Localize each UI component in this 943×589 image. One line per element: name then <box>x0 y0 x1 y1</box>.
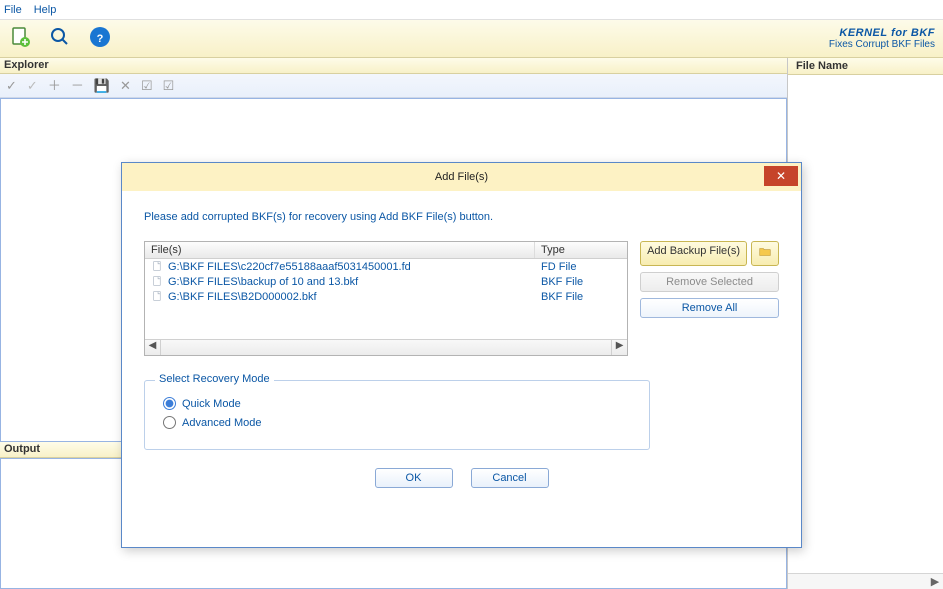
recovery-mode-legend: Select Recovery Mode <box>155 373 274 385</box>
menu-help[interactable]: Help <box>34 4 57 16</box>
table-row[interactable]: G:\BKF FILES\B2D000002.bkf BKF File <box>145 289 627 304</box>
files-hscroll[interactable]: ◀ ▶ <box>145 339 627 355</box>
advanced-mode-label: Advanced Mode <box>182 417 262 429</box>
checkbox-icon[interactable]: ☑ <box>141 79 153 92</box>
file-path: G:\BKF FILES\c220cf7e55188aaaf5031450001… <box>168 261 411 273</box>
files-table: File(s) Type G:\BKF FILES\c220cf7e55188a… <box>144 241 628 356</box>
file-list-hscroll[interactable]: ▶ <box>788 573 943 589</box>
menu-file[interactable]: File <box>4 4 22 16</box>
delete-icon[interactable]: ✕ <box>120 79 131 92</box>
add-files-dialog: Add File(s) ✕ Please add corrupted BKF(s… <box>121 162 802 548</box>
table-row[interactable]: G:\BKF FILES\backup of 10 and 13.bkf BKF … <box>145 274 627 289</box>
brand-tagline: Fixes Corrupt BKF Files <box>829 39 935 50</box>
minus-icon[interactable]: － <box>71 79 84 92</box>
advanced-mode-radio[interactable]: Advanced Mode <box>163 416 631 429</box>
dialog-title: Add File(s) <box>435 171 488 183</box>
quick-mode-label: Quick Mode <box>182 398 241 410</box>
file-name-column-header[interactable]: File Name <box>792 59 939 73</box>
advanced-mode-input[interactable] <box>163 416 176 429</box>
quick-mode-input[interactable] <box>163 397 176 410</box>
files-col-type[interactable]: Type <box>535 242 627 258</box>
file-type: BKF File <box>541 291 621 303</box>
dialog-instruction: Please add corrupted BKF(s) for recovery… <box>144 211 779 223</box>
file-path: G:\BKF FILES\backup of 10 and 13.bkf <box>168 276 358 288</box>
add-backup-files-button[interactable]: Add Backup File(s) <box>640 241 747 266</box>
explorer-toolbar: ✓ ✓ ＋ － 💾 ✕ ☑ ☑ <box>0 74 787 98</box>
remove-all-button[interactable]: Remove All <box>640 298 779 318</box>
dialog-title-bar: Add File(s) ✕ <box>122 163 801 191</box>
scroll-left-icon[interactable]: ◀ <box>145 340 161 355</box>
cancel-button[interactable]: Cancel <box>471 468 549 488</box>
explorer-header: Explorer <box>0 58 787 74</box>
recovery-mode-group: Select Recovery Mode Quick Mode Advanced… <box>144 380 650 450</box>
search-icon[interactable] <box>48 25 72 52</box>
file-list[interactable] <box>788 75 943 573</box>
scroll-right-icon[interactable]: ▶ <box>611 340 627 355</box>
file-type: BKF File <box>541 276 621 288</box>
browse-folder-icon[interactable] <box>751 241 779 266</box>
file-path: G:\BKF FILES\B2D000002.bkf <box>168 291 317 303</box>
remove-selected-button[interactable]: Remove Selected <box>640 272 779 292</box>
table-row[interactable]: G:\BKF FILES\c220cf7e55188aaaf5031450001… <box>145 259 627 274</box>
svg-text:?: ? <box>97 33 104 45</box>
brand-suffix: for BKF <box>888 27 935 39</box>
check-icon[interactable]: ✓ <box>27 79 38 92</box>
ok-button[interactable]: OK <box>375 468 453 488</box>
add-file-icon[interactable] <box>8 25 32 52</box>
brand-name: KERNEL <box>839 27 887 39</box>
menu-bar: File Help <box>0 0 943 20</box>
plus-icon[interactable]: ＋ <box>48 79 61 92</box>
help-icon[interactable]: ? <box>88 25 112 52</box>
check-all-icon[interactable]: ✓ <box>6 79 17 92</box>
file-type: FD File <box>541 261 621 273</box>
files-col-file[interactable]: File(s) <box>145 242 535 258</box>
checkbox2-icon[interactable]: ☑ <box>163 79 175 92</box>
brand: KERNEL for BKF Fixes Corrupt BKF Files <box>829 27 935 50</box>
close-icon[interactable]: ✕ <box>764 166 798 186</box>
save-icon[interactable]: 💾 <box>94 79 110 92</box>
toolbar: ? KERNEL for BKF Fixes Corrupt BKF Files <box>0 20 943 58</box>
quick-mode-radio[interactable]: Quick Mode <box>163 397 631 410</box>
